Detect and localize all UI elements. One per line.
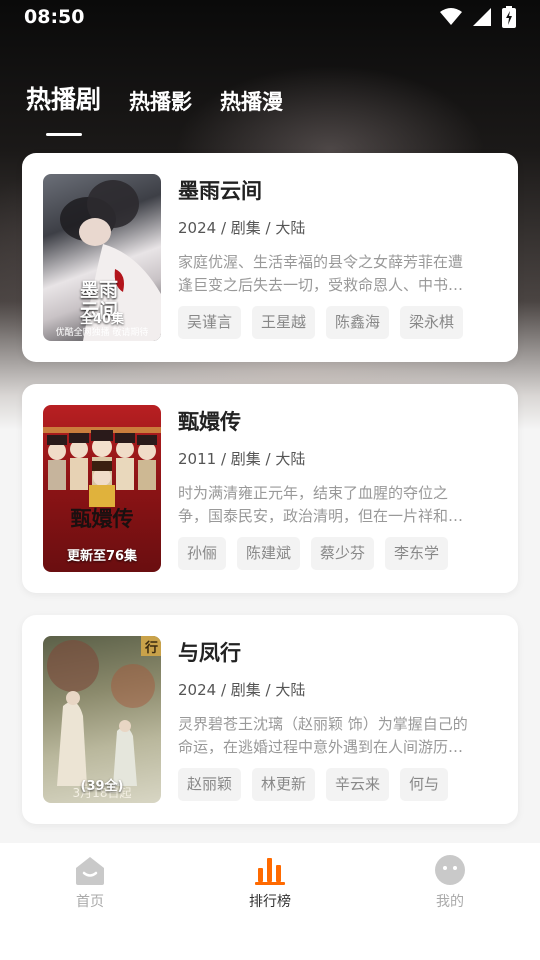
show-title[interactable]: 墨雨云间 (178, 175, 494, 205)
cast-tag[interactable]: 辛云来 (326, 768, 390, 801)
cast-tags: 赵丽颖 林更新 辛云来 何与 (178, 768, 494, 801)
description-line: 家庭优渥、生活幸福的县令之女薛芳菲在遭 (178, 253, 464, 271)
status-icons (440, 6, 516, 28)
tab-hot-series[interactable]: 热播剧 (26, 80, 101, 130)
nav-profile[interactable]: 我的 (405, 853, 495, 911)
signal-icon (473, 8, 491, 26)
nav-ranking[interactable]: 排行榜 (225, 853, 315, 911)
tab-hot-movies[interactable]: 热播影 (129, 86, 192, 130)
nav-label: 首页 (76, 894, 104, 910)
cast-tag[interactable]: 林更新 (252, 768, 316, 801)
nav-home[interactable]: 首页 (45, 853, 135, 911)
poster-title-text: 甄嬛传 (70, 506, 134, 531)
wifi-icon (440, 8, 462, 25)
category-tabs: 热播剧 热播影 热播漫 (26, 80, 283, 130)
description-line: 命运，在逃婚过程中意外遇到在人间游历… (178, 738, 464, 756)
episode-badge: 全40集 (79, 312, 125, 327)
cast-tag[interactable]: 王星越 (252, 306, 316, 339)
poster-title-text: 行 (144, 641, 158, 656)
status-bar: 08:50 (0, 0, 540, 34)
show-info: 甄嬛传 2011 / 剧集 / 大陆 时为满清雍正元年，结束了血腥的夺位之 争，… (178, 406, 494, 570)
cast-tag[interactable]: 梁永棋 (400, 306, 464, 339)
show-description: 时为满清雍正元年，结束了血腥的夺位之 争，国泰民安，政治清明，但在一片祥和… (178, 482, 494, 528)
show-description: 灵界碧苍王沈璃（赵丽颖 饰）为掌握自己的 命运，在逃婚过程中意外遇到在人间游历… (178, 713, 494, 759)
cast-tag[interactable]: 孙俪 (178, 537, 227, 570)
show-poster[interactable]: 甄嬛传 更新至76集 (43, 405, 161, 572)
profile-icon (405, 853, 495, 887)
episode-badge: 更新至76集 (66, 549, 138, 564)
battery-charging-icon (502, 6, 516, 28)
description-line: 灵界碧苍王沈璃（赵丽颖 饰）为掌握自己的 (178, 715, 468, 733)
cast-tag[interactable]: 蔡少芬 (311, 537, 375, 570)
cast-tag[interactable]: 陈建斌 (237, 537, 301, 570)
show-meta: 2024 / 剧集 / 大陆 (178, 219, 306, 237)
home-icon (45, 853, 135, 887)
status-time: 08:50 (24, 6, 85, 28)
show-meta: 2024 / 剧集 / 大陆 (178, 681, 306, 699)
cast-tags: 孙俪 陈建斌 蔡少芬 李东学 (178, 537, 494, 570)
ranking-icon (225, 853, 315, 887)
cast-tag[interactable]: 李东学 (385, 537, 449, 570)
episode-badge: (39全) (80, 779, 124, 794)
show-card[interactable]: 行 3月18日起 (39全) 与凤行 2024 / 剧集 / 大陆 灵界碧苍王沈… (22, 615, 518, 824)
show-poster[interactable]: 墨雨云间 优酷全网独播 敬请期待 全40集 (43, 174, 161, 341)
description-line: 争，国泰民安，政治清明，但在一片祥和… (178, 507, 464, 525)
cast-tag[interactable]: 吴谨言 (178, 306, 242, 339)
description-line: 时为满清雍正元年，结束了血腥的夺位之 (178, 484, 449, 502)
cast-tag[interactable]: 赵丽颖 (178, 768, 242, 801)
cast-tag[interactable]: 陈鑫海 (326, 306, 390, 339)
show-meta: 2011 / 剧集 / 大陆 (178, 450, 306, 468)
show-info: 墨雨云间 2024 / 剧集 / 大陆 家庭优渥、生活幸福的县令之女薛芳菲在遭 … (178, 175, 494, 339)
nav-label: 排行榜 (249, 894, 291, 910)
show-poster[interactable]: 行 3月18日起 (39全) (43, 636, 161, 803)
show-info: 与凤行 2024 / 剧集 / 大陆 灵界碧苍王沈璃（赵丽颖 饰）为掌握自己的 … (178, 637, 494, 801)
nav-label: 我的 (436, 894, 464, 910)
show-title[interactable]: 与凤行 (178, 637, 494, 667)
show-description: 家庭优渥、生活幸福的县令之女薛芳菲在遭 逢巨变之后失去一切，受救命恩人、中书… (178, 251, 494, 297)
cast-tag[interactable]: 何与 (400, 768, 449, 801)
show-card[interactable]: 甄嬛传 更新至76集 甄嬛传 2011 / 剧集 / 大陆 时为满清雍正元年，结… (22, 384, 518, 593)
tab-hot-anime[interactable]: 热播漫 (220, 86, 283, 130)
show-list: 墨雨云间 优酷全网独播 敬请期待 全40集 墨雨云间 2024 / 剧集 / 大… (22, 153, 518, 846)
description-line: 逢巨变之后失去一切，受救命恩人、中书… (178, 276, 464, 294)
show-card[interactable]: 墨雨云间 优酷全网独播 敬请期待 全40集 墨雨云间 2024 / 剧集 / 大… (22, 153, 518, 362)
bottom-nav: 首页 排行榜 我的 (0, 843, 540, 960)
cast-tags: 吴谨言 王星越 陈鑫海 梁永棋 (178, 306, 494, 339)
show-title[interactable]: 甄嬛传 (178, 406, 494, 436)
